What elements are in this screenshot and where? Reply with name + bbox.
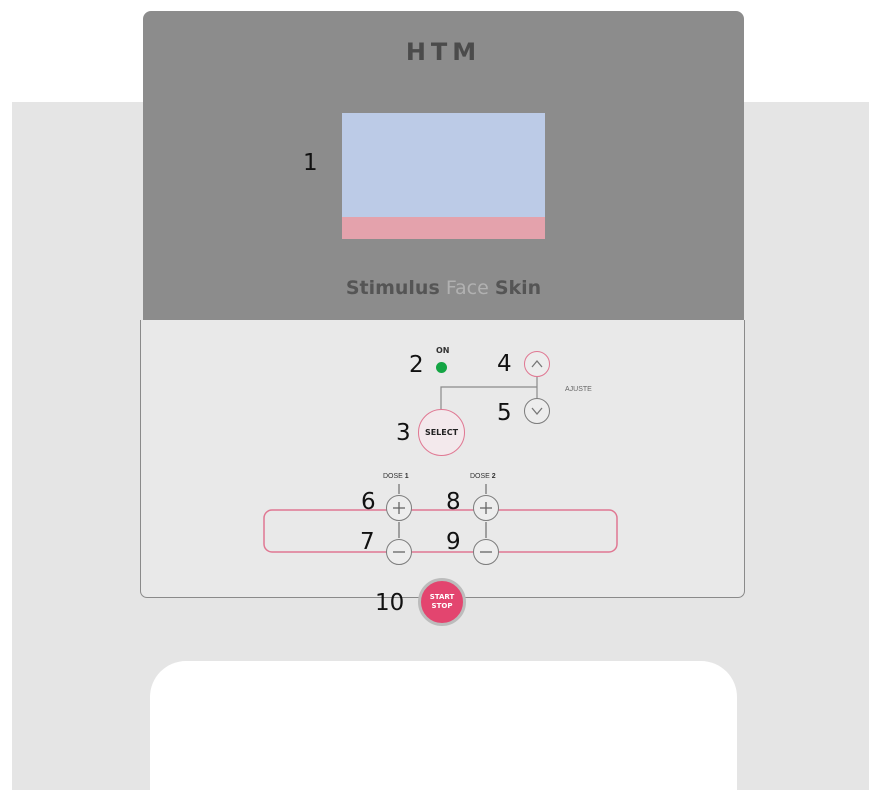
dose1-label-text: DOSE <box>383 473 403 480</box>
bottom-window <box>150 661 737 801</box>
plus-icon <box>480 502 492 514</box>
dose2-plus-button[interactable] <box>473 495 499 521</box>
plus-icon <box>393 502 405 514</box>
minus-icon <box>480 551 492 553</box>
callout-10: 10 <box>375 590 405 616</box>
dose-frame <box>263 509 618 553</box>
callout-2: 2 <box>409 352 424 378</box>
dose1-minus-button[interactable] <box>386 539 412 565</box>
down-button[interactable] <box>524 398 550 424</box>
callout-1: 1 <box>303 150 318 176</box>
callout-5: 5 <box>497 400 512 426</box>
dose2-label-text: DOSE <box>470 473 490 480</box>
power-led <box>436 362 447 373</box>
dose2-label: DOSE 2 <box>470 473 496 480</box>
dose1-plus-button[interactable] <box>386 495 412 521</box>
start-stop-button[interactable]: START STOP <box>418 578 466 626</box>
chevron-up-icon <box>531 359 543 368</box>
select-button[interactable]: SELECT <box>418 409 465 456</box>
callout-4: 4 <box>497 351 512 377</box>
dose1-label-number: 1 <box>404 473 409 480</box>
stop-label: STOP <box>431 602 453 610</box>
dose2-minus-button[interactable] <box>473 539 499 565</box>
dose1-label: DOSE 1 <box>383 473 409 480</box>
callout-3: 3 <box>396 420 411 446</box>
adjust-label: AJUSTE <box>565 386 592 393</box>
chevron-down-icon <box>531 407 543 416</box>
start-label: START <box>429 593 455 601</box>
callout-9: 9 <box>446 529 461 555</box>
callout-7: 7 <box>360 529 375 555</box>
up-button[interactable] <box>524 351 550 377</box>
callout-6: 6 <box>361 489 376 515</box>
callout-8: 8 <box>446 489 461 515</box>
select-connector <box>440 386 537 409</box>
minus-icon <box>393 551 405 553</box>
dose2-label-number: 2 <box>491 473 496 480</box>
on-label: ON <box>436 346 450 355</box>
